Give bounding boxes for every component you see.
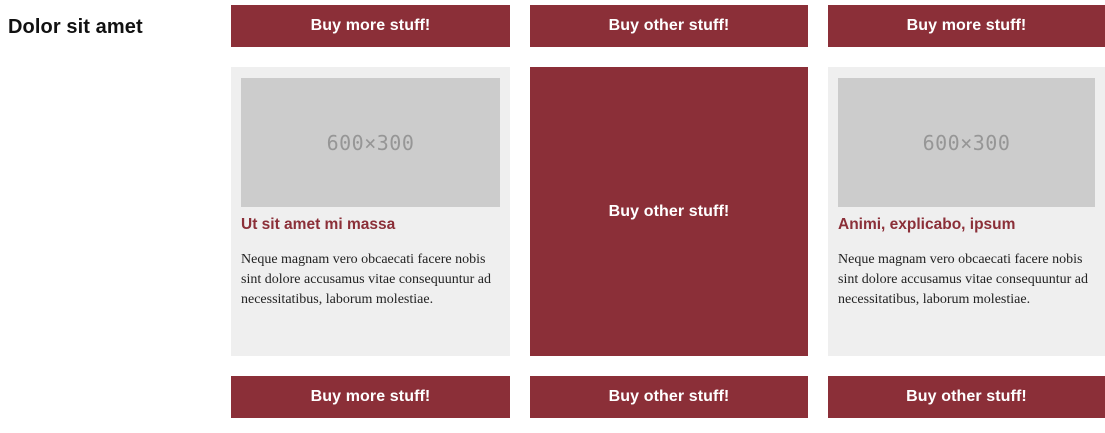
image-placeholder-label: 600×300 <box>922 130 1011 155</box>
image-placeholder: 600×300 <box>838 78 1095 207</box>
buy-more-stuff-button[interactable]: Buy more stuff! <box>231 5 510 47</box>
card-text: Neque magnam vero obcaecati facere nobis… <box>241 252 491 307</box>
buy-other-stuff-promo-button[interactable]: Buy other stuff! <box>530 67 808 356</box>
card-title: Animi, explicabo, ipsum <box>838 216 1016 233</box>
buy-more-stuff-button[interactable]: Buy more stuff! <box>231 376 510 418</box>
section-title: Dolor sit amet <box>8 16 143 38</box>
image-placeholder: 600×300 <box>241 78 500 207</box>
buy-more-stuff-button[interactable]: Buy more stuff! <box>828 5 1105 47</box>
buy-other-stuff-button[interactable]: Buy other stuff! <box>530 376 808 418</box>
content-card: 600×300 Ut sit amet mi massa Neque magna… <box>231 67 510 356</box>
buy-other-stuff-button[interactable]: Buy other stuff! <box>530 5 808 47</box>
buy-other-stuff-button[interactable]: Buy other stuff! <box>828 376 1105 418</box>
card-title: Ut sit amet mi massa <box>241 216 396 233</box>
content-card: 600×300 Animi, explicabo, ipsum Neque ma… <box>828 67 1105 356</box>
image-placeholder-label: 600×300 <box>326 130 415 155</box>
card-text: Neque magnam vero obcaecati facere nobis… <box>838 252 1088 307</box>
